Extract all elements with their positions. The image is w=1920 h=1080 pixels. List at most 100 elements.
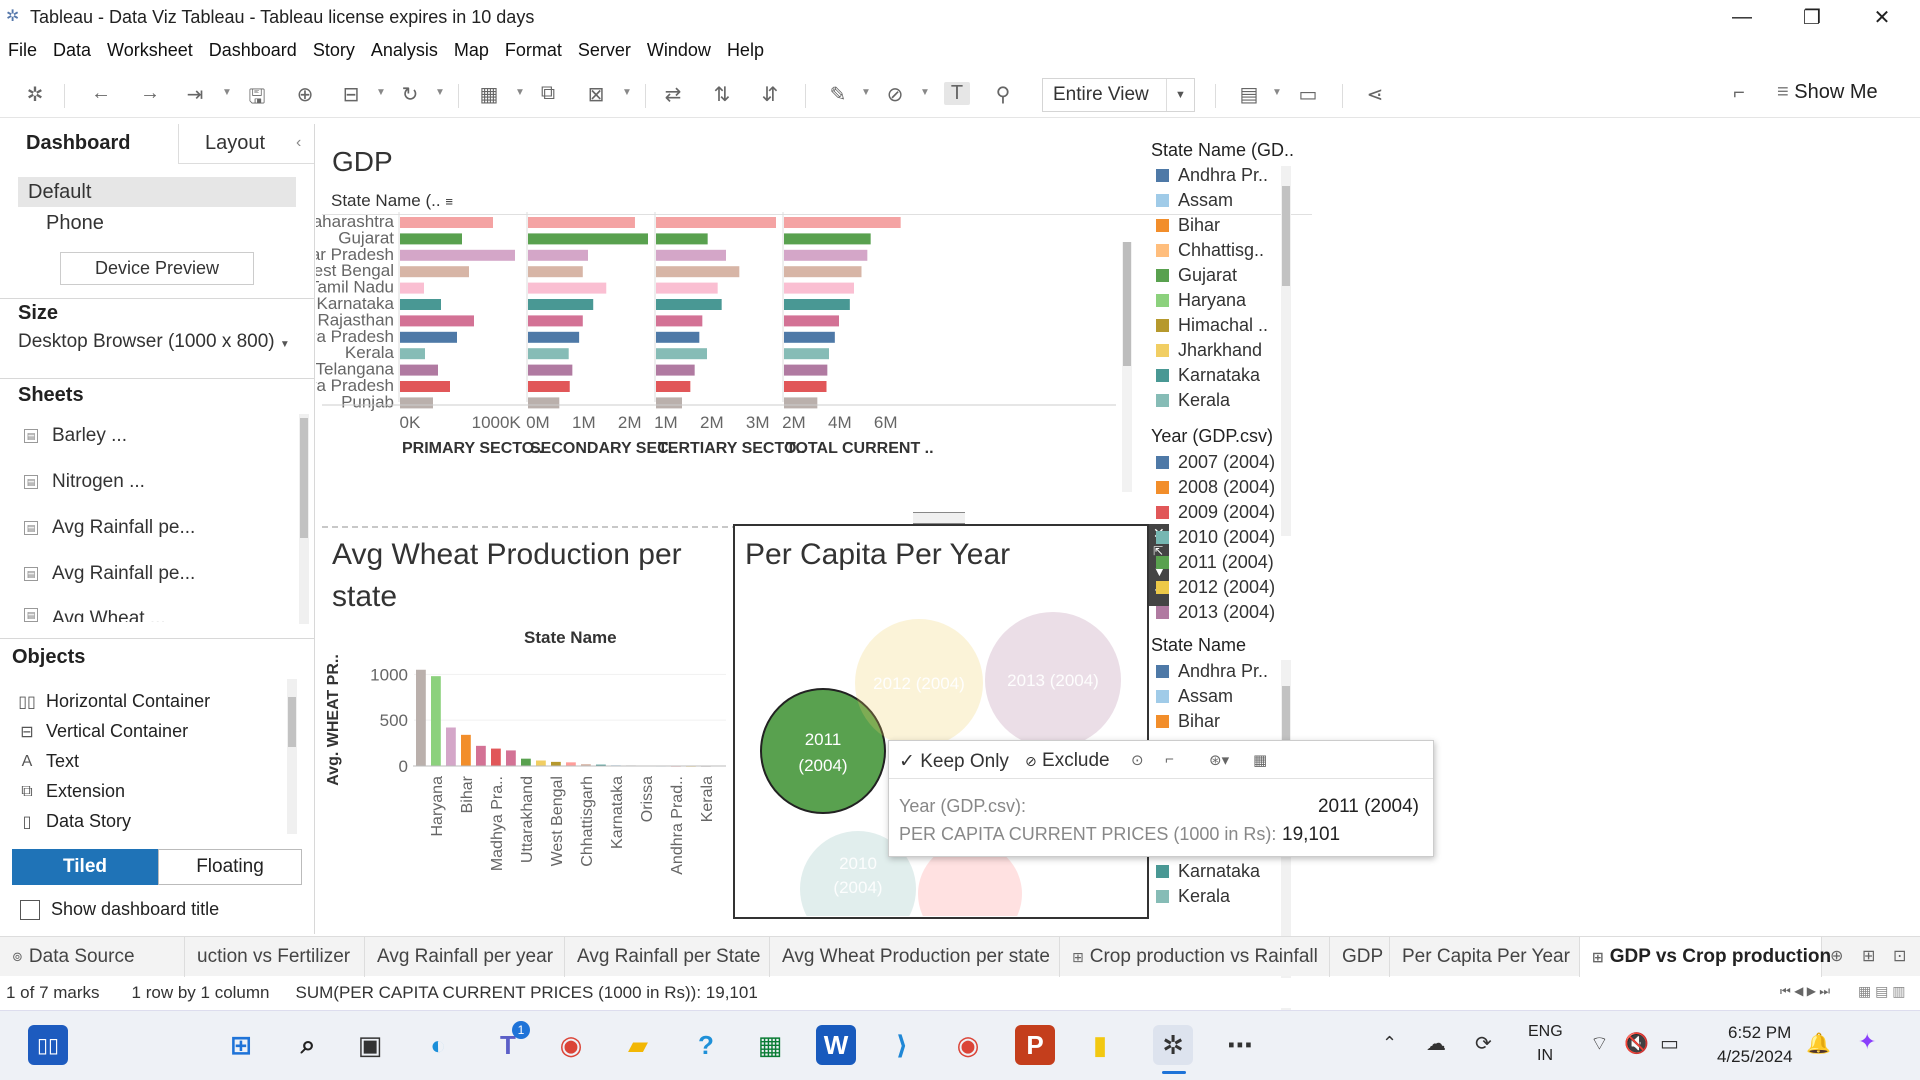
new-datasource-icon[interactable]: ⊕ <box>292 82 318 107</box>
view-toggle-icons[interactable]: ▦ ▤ ▥ <box>1858 983 1905 1000</box>
legend-item[interactable]: Karnataka <box>1156 861 1260 882</box>
gdp-bar[interactable] <box>656 315 703 327</box>
show-mark-labels-icon[interactable]: T <box>944 82 970 105</box>
refresh-dropdown-icon[interactable]: ▼ <box>435 87 445 98</box>
wheat-bar[interactable] <box>521 758 531 766</box>
gdp-bar[interactable] <box>400 299 441 310</box>
chrome-icon[interactable]: ◉ <box>551 1025 591 1065</box>
clear-sheet-icon[interactable]: ⊠ <box>583 82 609 107</box>
gdp-bar[interactable] <box>656 217 776 228</box>
tab-sheet[interactable]: GDP <box>1330 937 1390 977</box>
gdp-bar[interactable] <box>528 266 583 278</box>
gdp-bar[interactable] <box>400 348 425 360</box>
gdp-bar[interactable] <box>400 217 493 228</box>
legend-item[interactable]: Kerala <box>1156 886 1230 907</box>
volume-muted-icon[interactable]: 🔇 <box>1624 1031 1649 1056</box>
sheet-item[interactable]: ▤ Avg Rainfall pe... <box>24 563 195 585</box>
file-explorer-icon[interactable]: ▰ <box>618 1025 658 1065</box>
tab-dashboard[interactable]: ⊞ Crop production vs Rainfall <box>1060 937 1330 977</box>
gdp-bar[interactable] <box>528 364 573 376</box>
new-story-icon[interactable]: ⊡ <box>1893 946 1906 966</box>
search-icon[interactable]: ⌕ <box>288 1025 328 1065</box>
restore-button[interactable]: ❐ <box>1782 0 1842 34</box>
replay-dropdown-icon[interactable]: ▼ <box>222 87 232 98</box>
gdp-bar[interactable] <box>400 249 515 261</box>
gdp-bar[interactable] <box>400 331 457 343</box>
format-painter-icon[interactable]: ⌐ <box>1726 82 1752 105</box>
legend-item[interactable]: Jharkhand <box>1156 340 1262 361</box>
gdp-bar[interactable] <box>528 331 580 343</box>
tab-sheet[interactable]: Per Capita Per Year <box>1390 937 1580 977</box>
gdp-bar[interactable] <box>528 249 588 261</box>
tableau-taskbar-icon[interactable]: ✲ <box>1153 1025 1193 1065</box>
group-icon[interactable]: ⊛▾ <box>1209 751 1229 769</box>
chrome-profile-icon[interactable]: ◉ <box>948 1025 988 1065</box>
gdp-bar[interactable] <box>400 315 474 327</box>
gdp-bar[interactable] <box>656 299 722 310</box>
close-button[interactable]: ✕ <box>1852 0 1912 34</box>
menu-dashboard[interactable]: Dashboard <box>209 40 297 61</box>
gdp-bar[interactable] <box>784 397 818 409</box>
exclude-button[interactable]: ⊘ Exclude <box>1025 750 1110 772</box>
gdp-row-header[interactable]: State Name (.. ≡ <box>331 191 453 211</box>
legend-scrollbar[interactable] <box>1281 166 1291 536</box>
gdp-bar[interactable] <box>784 364 828 376</box>
wheat-category-label[interactable]: Chhattisgarh <box>579 776 596 867</box>
gdp-row-label[interactable]: Punjab <box>341 392 394 411</box>
chevron-up-icon[interactable]: ⌃ <box>1382 1033 1397 1054</box>
wheat-category-label[interactable]: Kerala <box>699 776 716 822</box>
gdp-bar[interactable] <box>400 397 433 409</box>
gdp-bar[interactable] <box>656 364 695 376</box>
windows-start-icon[interactable]: ⊞ <box>221 1025 261 1065</box>
more-apps-icon[interactable]: ⋯ <box>1220 1025 1260 1065</box>
fit-select[interactable]: Entire View ▼ <box>1042 78 1195 112</box>
wheat-bar[interactable] <box>551 761 561 766</box>
sort-ascending-icon[interactable]: ⇅ <box>709 82 735 107</box>
size-select[interactable]: Desktop Browser (1000 x 800) ▼ <box>18 331 290 353</box>
gdp-column-header[interactable]: SECONDARY SEC.. <box>530 440 678 457</box>
gdp-bar[interactable] <box>400 282 424 294</box>
pin-icon[interactable]: ⊙ <box>1131 751 1144 769</box>
gdp-bar[interactable] <box>656 397 682 409</box>
wheat-category-label[interactable]: Haryana <box>429 776 446 837</box>
tab-sheet[interactable]: uction vs Fertilizer <box>185 937 365 977</box>
legend-item[interactable]: Bihar <box>1156 215 1220 236</box>
legend-item[interactable]: Gujarat <box>1156 265 1237 286</box>
clock-date[interactable]: 4/25/2024 <box>1717 1047 1793 1067</box>
tab-layout[interactable]: Layout <box>178 124 314 164</box>
collapse-pane-icon[interactable]: ‹ <box>296 134 301 152</box>
share-icon[interactable]: ⋖ <box>1362 82 1388 107</box>
gdp-column-header[interactable]: PRIMARY SECTO.. <box>402 440 543 457</box>
object-text[interactable]: A Text <box>18 751 79 772</box>
powerpoint-icon[interactable]: P <box>1015 1025 1055 1065</box>
wheat-bar[interactable] <box>446 727 456 767</box>
legend-item[interactable]: Karnataka <box>1156 365 1260 386</box>
gdp-bar[interactable] <box>656 381 691 392</box>
legend-item[interactable]: Assam <box>1156 190 1233 211</box>
duplicate-sheet-icon[interactable]: ⧉ <box>535 82 561 105</box>
new-worksheet-icon[interactable]: ⊕ <box>1830 946 1843 966</box>
wheat-category-label[interactable]: Madhya Pra.. <box>489 776 506 871</box>
gdp-bar[interactable] <box>784 299 850 310</box>
sheets-scrollbar[interactable] <box>299 414 309 624</box>
gdp-bar[interactable] <box>784 315 839 327</box>
tab-dashboard[interactable]: Dashboard <box>0 124 178 164</box>
tableau-home-icon[interactable]: ✲ <box>22 82 48 107</box>
legend-item[interactable]: Andhra Pr.. <box>1156 661 1268 682</box>
wheat-bar[interactable] <box>431 676 441 766</box>
menu-worksheet[interactable]: Worksheet <box>107 40 193 61</box>
undo-icon[interactable]: ← <box>88 82 114 105</box>
gdp-bar[interactable] <box>656 348 707 360</box>
gdp-bar[interactable] <box>528 299 594 310</box>
sync-icon[interactable]: ⟳ <box>1475 1031 1492 1056</box>
language-secondary[interactable]: IN <box>1537 1047 1553 1065</box>
wheat-category-label[interactable]: West Bengal <box>549 776 566 866</box>
gdp-bar[interactable] <box>784 331 835 343</box>
pause-updates-icon[interactable]: ⊟ <box>338 82 364 107</box>
pause-dropdown-icon[interactable]: ▼ <box>376 87 386 98</box>
gdp-bar[interactable] <box>656 233 708 245</box>
gdp-bar[interactable] <box>528 315 583 327</box>
menu-format[interactable]: Format <box>505 40 562 61</box>
presentation-mode-icon[interactable]: ▭ <box>1295 82 1321 107</box>
device-phone[interactable]: Phone <box>46 212 104 235</box>
